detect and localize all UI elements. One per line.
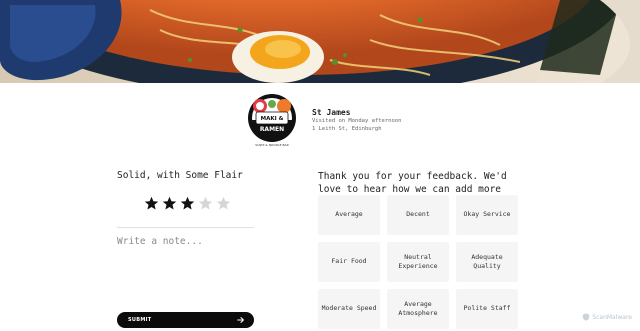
arrow-right-icon — [237, 317, 244, 323]
rating-title: Solid, with Some Flair — [117, 170, 243, 181]
star-icon — [198, 196, 213, 210]
restaurant-address: 1 Leith St, Edinburgh — [312, 126, 382, 132]
feedback-tag[interactable]: Fair Food — [318, 242, 380, 282]
feedback-tag[interactable]: Average — [318, 195, 380, 235]
star-4[interactable] — [198, 196, 213, 211]
ramen-photo — [0, 0, 640, 83]
star-2[interactable] — [162, 196, 177, 211]
feedback-tag[interactable]: Decent — [387, 195, 449, 235]
feedback-tag[interactable]: Okay Service — [456, 195, 518, 235]
star-icon — [144, 196, 159, 210]
watermark: ScanMalware — [582, 313, 632, 321]
star-1[interactable] — [144, 196, 159, 211]
note-input[interactable] — [115, 232, 255, 302]
star-icon — [216, 196, 231, 210]
feedback-tag[interactable]: Moderate Speed — [318, 289, 380, 329]
svg-text:MAKI &: MAKI & — [261, 116, 284, 122]
feedback-tag[interactable]: Adequate Quality — [456, 242, 518, 282]
shield-icon — [583, 313, 590, 321]
star-icon — [180, 196, 195, 210]
feedback-tag[interactable]: Polite Staff — [456, 289, 518, 329]
restaurant-name: St James — [312, 108, 351, 117]
restaurant-logo: MAKI & RAMEN SUSHI & NOODLE BAR — [246, 92, 298, 152]
submit-label: SUBMIT — [128, 317, 152, 323]
divider — [117, 227, 254, 228]
star-icon — [162, 196, 177, 210]
star-rating[interactable] — [144, 196, 231, 211]
feedback-tags: Average Decent Okay Service Fair Food Neutra… — [318, 195, 518, 329]
svg-text:RAMEN: RAMEN — [260, 126, 284, 133]
watermark-label: ScanMalware — [592, 313, 632, 321]
star-3[interactable] — [180, 196, 195, 211]
svg-text:SUSHI & NOODLE BAR: SUSHI & NOODLE BAR — [255, 143, 288, 147]
visit-time: Visited on Monday afternoon — [312, 118, 402, 124]
hero-banner — [0, 0, 640, 83]
feedback-tag[interactable]: Average Atmosphere — [387, 289, 449, 329]
feedback-tag[interactable]: Neutral Experience — [387, 242, 449, 282]
star-5[interactable] — [216, 196, 231, 211]
submit-button[interactable]: SUBMIT — [117, 312, 254, 328]
